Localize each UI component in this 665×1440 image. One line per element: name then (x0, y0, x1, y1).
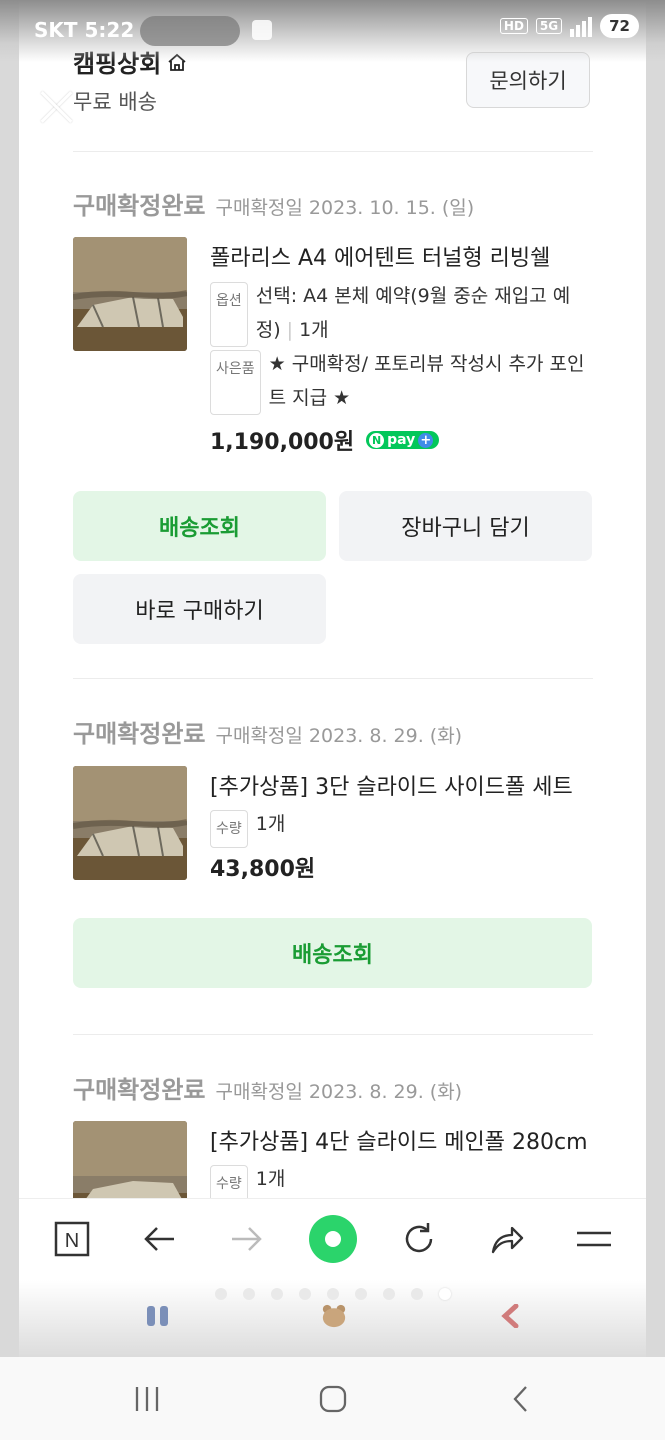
page-dot (411, 1288, 423, 1300)
order-status: 구매확정완료 (73, 1076, 206, 1104)
back-button-icon[interactable] (505, 1381, 535, 1417)
product-thumbnail[interactable] (73, 237, 187, 351)
option-tag: 옵션 (210, 282, 248, 347)
confirm-date: 구매확정일 2023. 10. 15. (일) (215, 197, 475, 219)
order-status-line: 구매확정완료 구매확정일 2023. 10. 15. (일) (73, 186, 474, 221)
home-button-icon[interactable] (316, 1381, 350, 1417)
chevron-left-icon[interactable] (501, 1304, 521, 1328)
bear-icon[interactable] (319, 1304, 349, 1328)
product-thumbnail[interactable] (73, 766, 187, 880)
page-dot (299, 1288, 311, 1300)
npay-plus-badge: Npay + (366, 431, 440, 449)
shipping-info: 무료 배송 (73, 90, 157, 114)
price: 43,800원 (210, 857, 316, 882)
right-gutter (646, 0, 665, 1357)
naver-n-icon[interactable]: N (52, 1219, 92, 1259)
page-dot (383, 1288, 395, 1300)
close-icon[interactable] (38, 88, 76, 126)
product-name[interactable]: 폴라리스 A4 에어텐트 터널형 리빙쉘 (210, 240, 595, 272)
carrier: SKT (34, 18, 78, 42)
page-dot-active (439, 1288, 451, 1300)
menu-icon[interactable] (574, 1219, 614, 1259)
status-bar: SKT 5:22 HD 5G 72 (0, 0, 665, 62)
order-status: 구매확정완료 (73, 192, 206, 220)
share-icon[interactable] (487, 1219, 527, 1259)
recent-apps-icon[interactable] (130, 1381, 164, 1417)
page-dot (243, 1288, 255, 1300)
notification-icons (140, 16, 240, 46)
price-row: 1,190,000원 Npay + (210, 424, 440, 456)
pause-icon[interactable] (145, 1304, 171, 1328)
left-gutter (0, 0, 19, 1357)
track-delivery-button[interactable]: 배송조회 (73, 918, 592, 988)
quantity: 1개 (299, 319, 329, 341)
gift-row: 사은품 ★ 구매확정/ 포토리뷰 작성시 추가 포인트 지급 ★ (210, 347, 595, 415)
battery-icon: 72 (600, 14, 639, 38)
network-icon: 5G (535, 18, 563, 34)
page-indicator (215, 1288, 451, 1300)
divider (73, 678, 593, 679)
tab-switch-area (19, 1280, 646, 1357)
hd-voice-icon: HD (499, 18, 528, 34)
npay-label: pay (387, 432, 416, 448)
npay-n-icon: N (369, 432, 385, 448)
status-bar-right: HD 5G 72 (499, 14, 639, 38)
confirm-date: 구매확정일 2023. 8. 29. (화) (215, 1081, 463, 1103)
product-name[interactable]: [추가상품] 3단 슬라이드 사이드폴 세트 (210, 769, 595, 801)
back-arrow-icon[interactable] (140, 1219, 180, 1259)
quantity: 1개 (255, 813, 286, 835)
divider (73, 151, 593, 152)
track-delivery-button[interactable]: 배송조회 (73, 491, 326, 561)
gift-text: ★ 구매확정/ 포토리뷰 작성시 추가 포인트 지급 ★ (268, 353, 585, 409)
home-green-circle-icon[interactable] (309, 1215, 357, 1263)
quantity-tag: 수량 (210, 810, 248, 848)
quantity-row: 수량 1개 (210, 1162, 595, 1203)
option-row: 옵션 선택: A4 본체 예약(9월 중순 재입고 예정) | 1개 (210, 279, 595, 347)
browser-toolbar: N (19, 1198, 646, 1281)
page-dot (355, 1288, 367, 1300)
svg-text:N: N (65, 1230, 79, 1252)
npay-plus-icon: + (418, 432, 434, 448)
confirm-date: 구매확정일 2023. 8. 29. (화) (215, 725, 463, 747)
order-status-line: 구매확정완료 구매확정일 2023. 8. 29. (화) (73, 714, 462, 749)
page-dot (271, 1288, 283, 1300)
price-row: 43,800원 (210, 851, 315, 883)
status-bar-left: SKT 5:22 (34, 18, 134, 42)
divider (73, 1034, 593, 1035)
tent-image (73, 237, 187, 351)
quantity: 1개 (255, 1168, 286, 1190)
browser-frame: 캠핑상회 무료 배송 문의하기 구매확정완료 구매확정일 2023. 10. 1… (0, 0, 665, 1357)
separator: | (286, 319, 294, 341)
forward-arrow-icon[interactable] (226, 1219, 266, 1259)
buy-now-button[interactable]: 바로 구매하기 (73, 574, 326, 644)
option-detail: 선택: A4 본체 예약(9월 중순 재입고 예정) | 1개 (256, 279, 595, 347)
page-dot (327, 1288, 339, 1300)
gift-tag: 사은품 (210, 350, 261, 415)
signal-icon (570, 15, 593, 37)
clock: 5:22 (84, 18, 135, 42)
screenshot-icon (252, 20, 272, 40)
page-dot (215, 1288, 227, 1300)
quantity-row: 수량 1개 (210, 807, 595, 848)
price: 1,190,000원 (210, 430, 355, 455)
refresh-icon[interactable] (399, 1219, 439, 1259)
order-status: 구매확정완료 (73, 720, 206, 748)
order-status-line: 구매확정완료 구매확정일 2023. 8. 29. (화) (73, 1070, 462, 1105)
product-name[interactable]: [추가상품] 4단 슬라이드 메인폴 280cm (210, 1124, 595, 1156)
tent-image (73, 766, 187, 880)
add-to-cart-button[interactable]: 장바구니 담기 (339, 491, 592, 561)
system-nav-bar (0, 1357, 665, 1440)
